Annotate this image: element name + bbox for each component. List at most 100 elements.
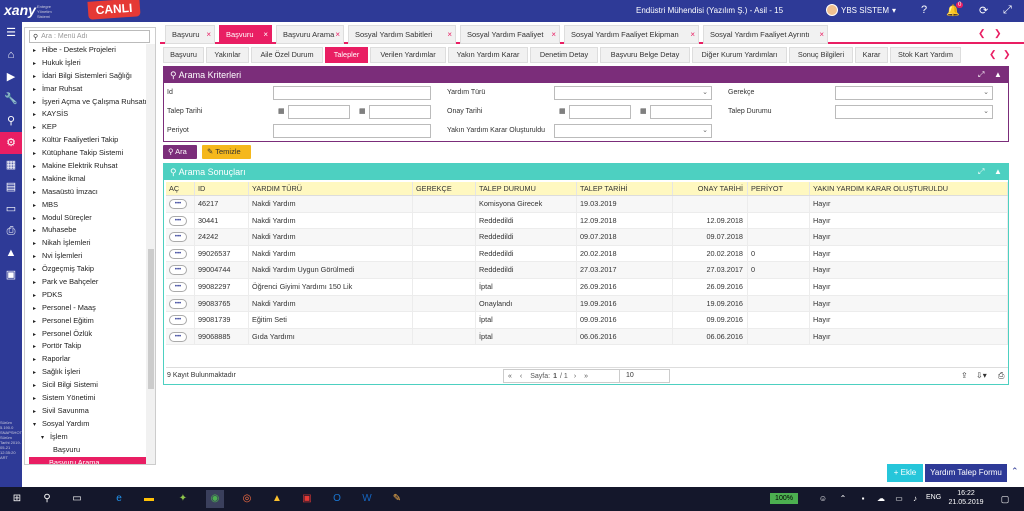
column-header[interactable]: PERİYOT — [748, 182, 810, 195]
collapse-icon[interactable]: ▲ — [994, 164, 1002, 180]
app-icon[interactable]: ✦ — [174, 490, 192, 508]
table-row[interactable]: ••• 99026537 Nakdi Yardım Reddedildi 20.02.2… — [166, 245, 1008, 263]
last-page-icon[interactable]: » — [580, 373, 592, 380]
paint-icon[interactable]: ✎ — [388, 490, 406, 508]
talep-tarihi-end[interactable]: ▦ — [359, 105, 431, 119]
sidebar-item[interactable]: Başvuru Arama — [29, 456, 146, 464]
next-page-icon[interactable]: › — [570, 373, 580, 380]
column-header[interactable]: YARDIM TÜRÜ — [249, 182, 413, 195]
calendar-icon[interactable]: ▦ — [359, 107, 366, 115]
notification-center-icon[interactable]: ▢ — [996, 490, 1014, 508]
app-logo[interactable]: xany Entegre Yönetim Sistemi — [4, 2, 64, 20]
id-input[interactable] — [273, 86, 431, 100]
periyot-input[interactable] — [273, 124, 431, 138]
row-actions-icon[interactable]: ••• — [169, 265, 187, 276]
tray-expand-icon[interactable]: ⌃ — [834, 490, 852, 508]
wrench-icon[interactable]: 🔧 — [0, 88, 22, 110]
subtab[interactable]: Yakınlar — [206, 47, 249, 63]
sidebar-item[interactable]: ▸ Sistem Yönetimi — [33, 392, 146, 405]
scroll-up-icon[interactable]: ⌃ — [1011, 466, 1019, 477]
battery-indicator[interactable]: 100% — [770, 493, 798, 504]
calendar-icon[interactable]: ▦ — [640, 107, 647, 115]
sidebar-item[interactable]: ▸ Portör Takip — [33, 340, 146, 353]
subtab[interactable]: Denetim Detay — [530, 47, 598, 63]
close-icon[interactable]: × — [447, 26, 452, 43]
play-icon[interactable]: ▶ — [0, 66, 22, 88]
table-row[interactable]: ••• 99082297 Öğrenci Giyimi Yardımı 150 Li… — [166, 278, 1008, 296]
print-icon[interactable]: ⎙ — [998, 371, 1004, 381]
user-role[interactable]: Endüstri Mühendisi (Yazılım Ş.) - Asil -… — [636, 6, 783, 15]
sidebar-item[interactable]: ▸ PDKS — [33, 289, 146, 302]
close-icon[interactable]: × — [206, 26, 211, 43]
subtab[interactable]: Diğer Kurum Yardımları — [692, 47, 787, 63]
row-actions-icon[interactable]: ••• — [169, 315, 187, 326]
scrollbar-thumb[interactable] — [148, 249, 154, 389]
refresh-icon[interactable]: ⟳ — [979, 4, 988, 17]
table-row[interactable]: ••• 30441 Nakdi Yardım Reddedildi 12.09.2018… — [166, 212, 1008, 230]
file-explorer-icon[interactable]: ▬ — [140, 490, 158, 508]
sidebar-item[interactable]: ▸ İşyeri Açma ve Çalışma Ruhsatı — [33, 96, 146, 109]
row-actions-icon[interactable]: ••• — [169, 199, 187, 210]
subtab[interactable]: Verilen Yardımlar — [370, 47, 446, 63]
sidebar-item[interactable]: ▸ Nvi İşlemleri — [33, 250, 146, 263]
sidebar-item[interactable]: ▸ Muhasebe — [33, 224, 146, 237]
column-header[interactable]: ONAY TARİHİ — [673, 182, 748, 195]
page-size-select[interactable]: 10 — [619, 369, 670, 383]
first-page-icon[interactable]: « — [504, 373, 516, 380]
drive-icon[interactable]: ▲ — [268, 490, 286, 508]
fullscreen-icon[interactable]: ⤢ — [1003, 4, 1012, 17]
sidebar-item[interactable]: ▸ Personel - Maaş — [33, 302, 146, 315]
close-icon[interactable]: × — [819, 26, 824, 43]
expand-icon[interactable]: ⤢ — [978, 164, 984, 180]
sidebar-item[interactable]: ▾ Sosyal Yardım — [33, 418, 146, 431]
sidebar-item[interactable]: ▸ Makine Elektrik Ruhsat — [33, 160, 146, 173]
column-header[interactable]: YAKIN YARDIM KARAR OLUŞTURULDU — [810, 182, 1008, 195]
sidebar-item[interactable]: ▸ Masaüstü İmzacı — [33, 186, 146, 199]
column-header[interactable]: AÇ — [166, 182, 195, 195]
card-icon[interactable]: ▣ — [0, 264, 22, 286]
tab-prev-icon[interactable]: ❮ — [978, 28, 986, 39]
windows-start-icon[interactable]: ⊞ — [8, 490, 26, 508]
home-icon[interactable]: ⌂ — [0, 44, 22, 66]
chrome-icon[interactable]: ◉ — [206, 490, 224, 508]
sidebar-item[interactable]: ▸ İdari Bilgi Sistemleri Sağlığı — [33, 70, 146, 83]
table-row[interactable]: ••• 99083765 Nakdi Yardım Onaylandı 19.09.20… — [166, 295, 1008, 313]
sidebar-item[interactable]: Başvuru — [33, 444, 146, 457]
row-actions-icon[interactable]: ••• — [169, 232, 187, 243]
gear-icon[interactable]: ⚙ — [0, 132, 22, 154]
sidebar-item[interactable]: ▸ Özgeçmiş Takip — [33, 263, 146, 276]
talep-tarihi-start[interactable]: ▦ — [278, 105, 350, 119]
table-row[interactable]: ••• 99068885 Gıda Yardımı İptal 06.06.2016 06… — [166, 328, 1008, 346]
sidebar-item[interactable]: ▸ MBS — [33, 199, 146, 212]
sidebar-item[interactable]: ▸ KAYSİS — [33, 108, 146, 121]
user-menu[interactable]: YBS SİSTEM ▾ — [826, 4, 896, 16]
subtab[interactable]: Başvuru — [163, 47, 204, 63]
sidebar-item[interactable]: ▸ İmar Ruhsat — [33, 83, 146, 96]
tab[interactable]: Sosyal Yardım Faaliyet Ekipman × — [564, 25, 699, 44]
presentation-icon[interactable]: ▣ — [298, 490, 316, 508]
sidebar-item[interactable]: ▸ Makine İkmal — [33, 173, 146, 186]
onay-tarihi-start[interactable]: ▦ — [559, 105, 631, 119]
table-row[interactable]: ••• 99004744 Nakdi Yardım Uygun Görülmedi R… — [166, 262, 1008, 279]
row-actions-icon[interactable]: ••• — [169, 331, 187, 342]
outlook-icon[interactable]: O — [328, 490, 346, 508]
prev-page-icon[interactable]: ‹ — [516, 373, 526, 380]
sidebar-item[interactable]: ▸ Nikah İşlemleri — [33, 237, 146, 250]
row-actions-icon[interactable]: ••• — [169, 215, 187, 226]
column-header[interactable]: TALEP DURUMU — [476, 182, 577, 195]
sidebar-item[interactable]: ▸ Sivil Savunma — [33, 405, 146, 418]
search-icon[interactable]: ⚲ — [38, 490, 56, 508]
firefox-icon[interactable]: ◎ — [238, 490, 256, 508]
subtab-prev-icon[interactable]: ❮ — [989, 49, 997, 60]
chart-icon[interactable]: ▲ — [0, 242, 22, 264]
edge-icon[interactable]: e — [110, 490, 128, 508]
upload-icon[interactable]: ⇪ — [961, 371, 968, 380]
download-icon[interactable]: ⇩▾ — [976, 371, 987, 380]
close-icon[interactable]: × — [335, 26, 340, 43]
expand-icon[interactable]: ⤢ — [978, 67, 984, 83]
subtab[interactable]: Talepler — [325, 47, 368, 63]
task-view-icon[interactable]: ▭ — [68, 490, 86, 508]
table-row[interactable]: ••• 99081739 Eğitim Seti İptal 09.09.2016 09.… — [166, 312, 1008, 329]
menu-toggle-icon[interactable]: ☰ — [0, 22, 22, 44]
collapse-icon[interactable]: ▲ — [994, 67, 1002, 83]
